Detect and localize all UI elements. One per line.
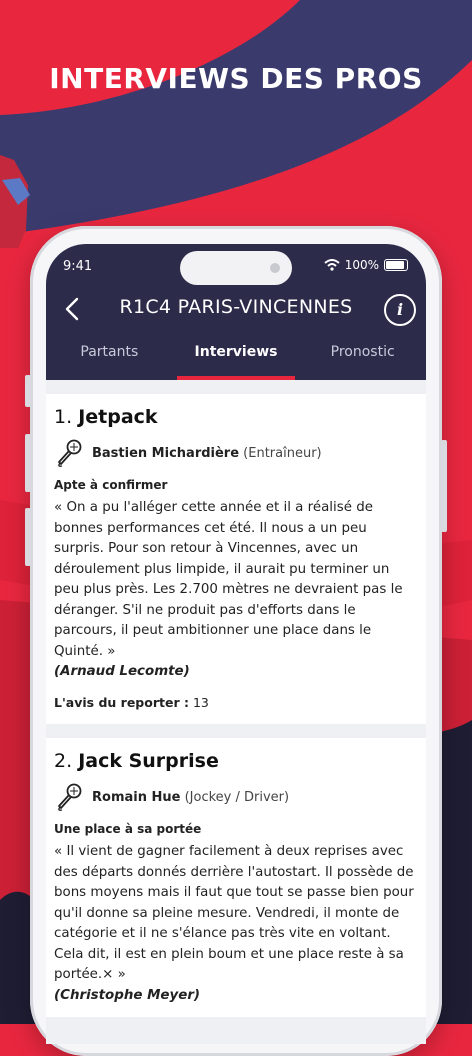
horse-name: Jack Surprise bbox=[78, 750, 219, 772]
back-button[interactable] bbox=[58, 294, 88, 324]
camera-dot bbox=[270, 263, 280, 273]
promo-title: INTERVIEWS DES PROS bbox=[49, 62, 423, 95]
interview-author: (Arnaud Lecomte) bbox=[54, 664, 190, 679]
interview-author: (Christophe Meyer) bbox=[54, 987, 201, 1003]
phone-volume-down bbox=[25, 508, 31, 566]
app-header: 9:41 100% R1C4 PARIS-VINCENNES i Partant… bbox=[46, 244, 426, 380]
tab-interviews[interactable]: Interviews bbox=[173, 340, 300, 380]
wifi-icon bbox=[324, 259, 340, 271]
page-title: R1C4 PARIS-VINCENNES bbox=[119, 296, 353, 318]
tab-pronostic[interactable]: Pronostic bbox=[299, 340, 426, 380]
interviewee: Bastien Michardière (Entraîneur) bbox=[54, 438, 418, 468]
interviewee: Romain Hue (Jockey / Driver) bbox=[54, 782, 418, 812]
horse-number: 1. bbox=[54, 406, 73, 428]
interviewee-role: (Jockey / Driver) bbox=[184, 789, 290, 805]
info-button[interactable]: i bbox=[384, 294, 416, 326]
dynamic-island bbox=[180, 251, 292, 285]
app-screen: 9:41 100% R1C4 PARIS-VINCENNES i Partant… bbox=[46, 244, 426, 1044]
phone-power-button bbox=[441, 440, 447, 532]
tab-bar: Partants Interviews Pronostic bbox=[46, 340, 426, 380]
phone-side-button bbox=[25, 375, 31, 407]
interview-subtitle: Apte à confirmer bbox=[54, 478, 168, 492]
interviewee-name: Bastien Michardière bbox=[92, 445, 240, 461]
status-time: 9:41 bbox=[63, 259, 93, 274]
phone-volume-up bbox=[25, 434, 31, 492]
horse-title: 1. Jetpack bbox=[54, 406, 418, 428]
tab-partants[interactable]: Partants bbox=[46, 340, 173, 380]
interviews-list: 1. Jetpack Bastien Michardière (Entraîne… bbox=[46, 380, 426, 1017]
microphone-icon bbox=[58, 783, 82, 811]
interviewee-role: (Entraîneur) bbox=[243, 445, 322, 461]
chevron-left-icon bbox=[65, 297, 79, 321]
interview-card: 1. Jetpack Bastien Michardière (Entraîne… bbox=[46, 394, 426, 724]
horse-number: 2. bbox=[54, 750, 73, 772]
battery-icon bbox=[384, 259, 408, 271]
interview-quote: « On a pu l'alléger cette année et il a … bbox=[54, 500, 403, 659]
horse-title: 2. Jack Surprise bbox=[54, 750, 418, 772]
battery-percent: 100% bbox=[344, 258, 379, 272]
microphone-icon bbox=[58, 439, 82, 467]
interview-quote: « Il vient de gagner facilement à deux r… bbox=[54, 844, 414, 982]
interviewee-name: Romain Hue bbox=[92, 789, 181, 805]
interview-card: 2. Jack Surprise Romain Hue (Jockey / Dr… bbox=[46, 738, 426, 1017]
horse-name: Jetpack bbox=[78, 406, 158, 428]
interview-subtitle: Une place à sa portée bbox=[54, 822, 202, 836]
status-right: 100% bbox=[324, 258, 408, 272]
reporter-opinion-label: L'avis du reporter : bbox=[54, 695, 189, 710]
reporter-opinion: L'avis du reporter : 13 bbox=[54, 695, 418, 710]
reporter-opinion-value: 13 bbox=[192, 695, 209, 710]
